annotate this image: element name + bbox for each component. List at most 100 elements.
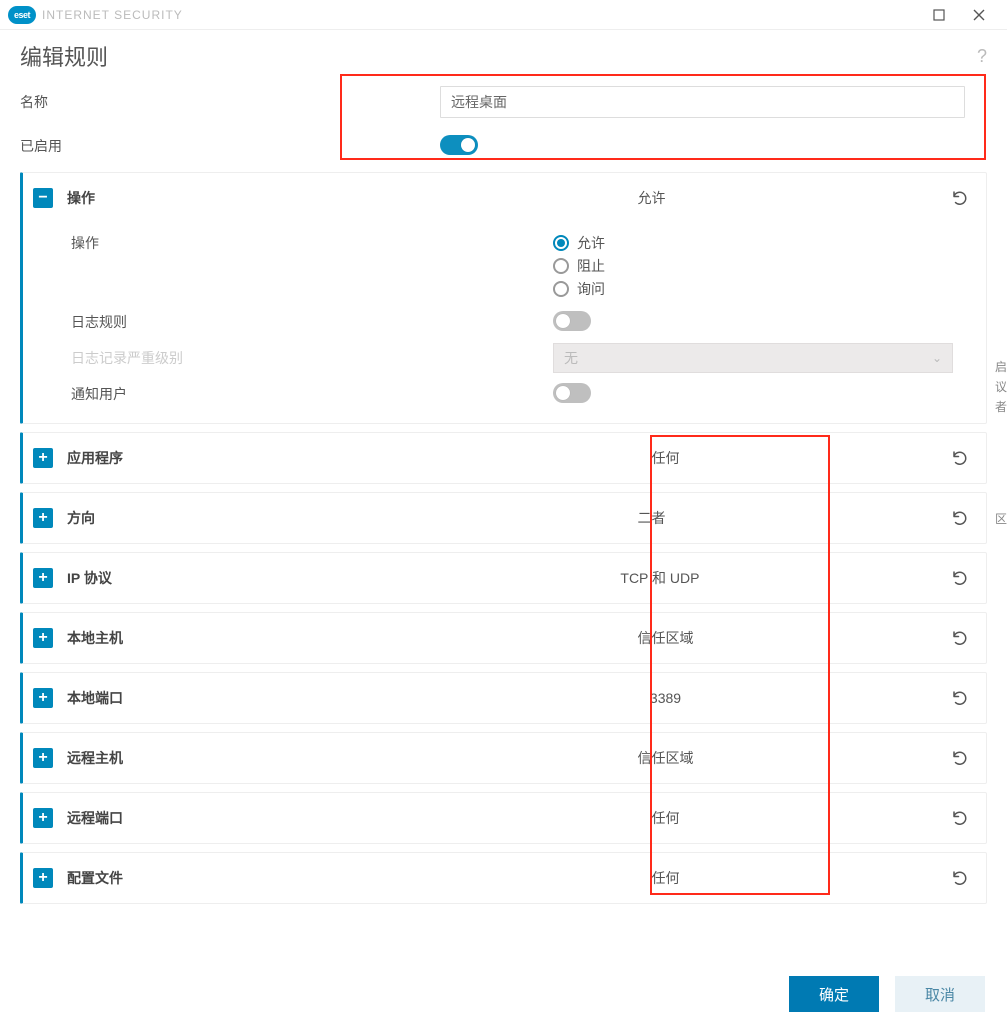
radio-block-label: 阻止 [577, 256, 605, 276]
section-profile-header[interactable]: + 配置文件 任何 [23, 853, 986, 903]
section-remote-port-header[interactable]: + 远程端口 任何 [23, 793, 986, 843]
radio-block[interactable]: 阻止 [553, 256, 972, 276]
revert-icon[interactable] [948, 506, 972, 530]
revert-icon[interactable] [948, 186, 972, 210]
maximize-button[interactable] [919, 1, 959, 29]
section-remote-port: + 远程端口 任何 [20, 792, 987, 844]
revert-icon[interactable] [948, 806, 972, 830]
section-ip-protocol-label: IP 协议 [67, 568, 112, 588]
radio-ask-icon [553, 281, 569, 297]
revert-icon[interactable] [948, 746, 972, 770]
section-action: − 操作 允许 操作 允许 阻止 [20, 172, 987, 424]
notify-toggle[interactable] [553, 383, 591, 403]
section-ip-protocol-header[interactable]: + IP 协议 TCP 和 UDP [23, 553, 986, 603]
titlebar: eset INTERNET SECURITY [0, 0, 1007, 30]
section-local-port-value: 3389 [123, 690, 948, 706]
edge-glyph-a: 启 [995, 358, 1007, 375]
revert-icon[interactable] [948, 686, 972, 710]
expand-icon[interactable]: + [33, 448, 53, 468]
log-rule-toggle[interactable] [553, 311, 591, 331]
severity-value: 无 [564, 348, 578, 368]
section-remote-port-label: 远程端口 [67, 808, 123, 828]
expand-icon[interactable]: + [33, 748, 53, 768]
section-application: + 应用程序 任何 [20, 432, 987, 484]
radio-allow-label: 允许 [577, 233, 605, 253]
expand-icon[interactable]: + [33, 868, 53, 888]
page-header: 编辑规则 ? [0, 30, 1007, 80]
severity-select: 无 ⌄ [553, 343, 953, 373]
footer: 确定 取消 [789, 976, 985, 1012]
radio-allow-icon [553, 235, 569, 251]
product-name: INTERNET SECURITY [42, 8, 183, 22]
close-button[interactable] [959, 1, 999, 29]
action-sub-label: 操作 [71, 233, 553, 253]
edge-glyph-c: 者 [995, 398, 1007, 415]
radio-allow[interactable]: 允许 [553, 233, 972, 253]
section-application-value: 任何 [123, 448, 948, 468]
expand-icon[interactable]: + [33, 628, 53, 648]
section-profile-value: 任何 [123, 868, 948, 888]
name-input[interactable] [440, 86, 965, 118]
section-action-header[interactable]: − 操作 允许 [23, 173, 986, 223]
radio-block-icon [553, 258, 569, 274]
name-label: 名称 [20, 92, 440, 112]
top-form: 名称 已启用 [0, 80, 1007, 168]
chevron-down-icon: ⌄ [932, 351, 942, 365]
section-direction-label: 方向 [67, 508, 95, 528]
revert-icon[interactable] [948, 866, 972, 890]
titlebar-left: eset INTERNET SECURITY [8, 6, 183, 24]
section-local-host-value: 信任区域 [123, 628, 948, 648]
eset-logo: eset [8, 6, 36, 24]
maximize-icon [933, 9, 945, 21]
help-icon[interactable]: ? [977, 46, 987, 67]
collapse-icon[interactable]: − [33, 188, 53, 208]
cancel-button[interactable]: 取消 [895, 976, 985, 1012]
section-local-port-header[interactable]: + 本地端口 3389 [23, 673, 986, 723]
page-title: 编辑规则 [20, 40, 108, 72]
section-remote-host-label: 远程主机 [67, 748, 123, 768]
section-profile-label: 配置文件 [67, 868, 123, 888]
revert-icon[interactable] [948, 566, 972, 590]
section-profile: + 配置文件 任何 [20, 852, 987, 904]
section-application-label: 应用程序 [67, 448, 123, 468]
row-name: 名称 [20, 80, 987, 124]
expand-icon[interactable]: + [33, 688, 53, 708]
notify-label: 通知用户 [71, 384, 553, 404]
section-action-summary: 允许 [95, 188, 948, 208]
expand-icon[interactable]: + [33, 508, 53, 528]
row-enabled: 已启用 [20, 124, 987, 168]
section-local-host-label: 本地主机 [67, 628, 123, 648]
section-direction: + 方向 二者 [20, 492, 987, 544]
close-icon [973, 9, 985, 21]
section-direction-value: 二者 [95, 508, 948, 528]
severity-label: 日志记录严重级别 [71, 348, 553, 368]
section-remote-host: + 远程主机 信任区域 [20, 732, 987, 784]
section-action-body: 操作 允许 阻止 询问 [23, 223, 986, 423]
revert-icon[interactable] [948, 626, 972, 650]
section-ip-protocol-value: TCP 和 UDP [112, 568, 948, 588]
section-remote-host-header[interactable]: + 远程主机 信任区域 [23, 733, 986, 783]
ok-button[interactable]: 确定 [789, 976, 879, 1012]
enabled-toggle[interactable] [440, 135, 478, 155]
expand-icon[interactable]: + [33, 568, 53, 588]
section-local-host-header[interactable]: + 本地主机 信任区域 [23, 613, 986, 663]
log-rule-label: 日志规则 [71, 312, 553, 332]
section-remote-host-value: 信任区域 [123, 748, 948, 768]
action-radio-group: 允许 阻止 询问 [553, 233, 972, 299]
section-local-host: + 本地主机 信任区域 [20, 612, 987, 664]
revert-icon[interactable] [948, 446, 972, 470]
edge-glyph-b: 议 [995, 378, 1007, 395]
radio-ask[interactable]: 询问 [553, 279, 972, 299]
section-direction-header[interactable]: + 方向 二者 [23, 493, 986, 543]
section-local-port-label: 本地端口 [67, 688, 123, 708]
section-local-port: + 本地端口 3389 [20, 672, 987, 724]
radio-ask-label: 询问 [577, 279, 605, 299]
expand-icon[interactable]: + [33, 808, 53, 828]
section-action-label: 操作 [67, 188, 95, 208]
section-application-header[interactable]: + 应用程序 任何 [23, 433, 986, 483]
edge-glyph-d: 区 [995, 510, 1007, 527]
section-remote-port-value: 任何 [123, 808, 948, 828]
section-ip-protocol: + IP 协议 TCP 和 UDP [20, 552, 987, 604]
window-controls [919, 1, 999, 29]
sections: − 操作 允许 操作 允许 阻止 [0, 168, 1007, 904]
